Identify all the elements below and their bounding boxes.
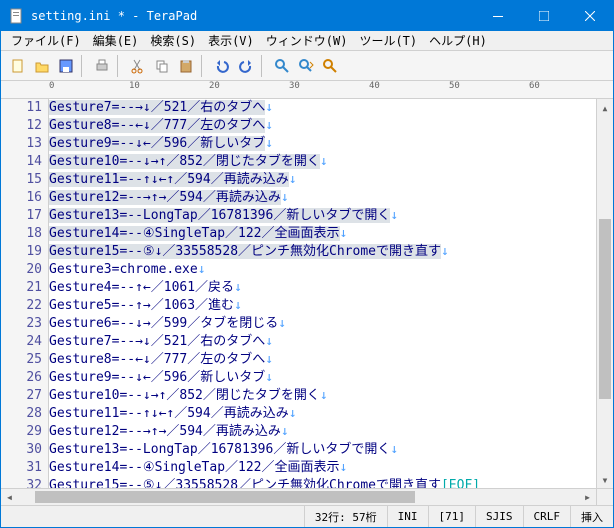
- toolbar-separator: [117, 55, 123, 77]
- new-button[interactable]: [7, 55, 29, 77]
- toolbar-separator: [81, 55, 87, 77]
- toolbar-separator: [261, 55, 267, 77]
- redo-button[interactable]: [235, 55, 257, 77]
- maximize-button[interactable]: [521, 1, 567, 31]
- editor[interactable]: 1112131415161718192021222324252627282930…: [1, 99, 613, 488]
- paste-button[interactable]: [175, 55, 197, 77]
- titlebar[interactable]: setting.ini * - TeraPad: [1, 1, 613, 31]
- menu-search[interactable]: 検索(S): [144, 30, 202, 51]
- status-filetype: INI: [387, 506, 428, 527]
- app-window: setting.ini * - TeraPad ファイル(F) 編集(E) 検索…: [0, 0, 614, 528]
- vertical-scrollbar[interactable]: ▴ ▾: [596, 99, 613, 488]
- copy-button[interactable]: [151, 55, 173, 77]
- scroll-up-arrow[interactable]: ▴: [597, 99, 613, 116]
- find-button[interactable]: [271, 55, 293, 77]
- undo-button[interactable]: [211, 55, 233, 77]
- scroll-down-arrow[interactable]: ▾: [597, 471, 613, 488]
- text-content[interactable]: Gesture7=--→↓／521／右のタブへ↓Gesture8=--←↓／77…: [49, 99, 596, 488]
- horizontal-scroll-thumb[interactable]: [35, 491, 415, 503]
- line-number-gutter: 1112131415161718192021222324252627282930…: [1, 99, 49, 488]
- minimize-button[interactable]: [475, 1, 521, 31]
- open-button[interactable]: [31, 55, 53, 77]
- menu-edit[interactable]: 編集(E): [87, 30, 145, 51]
- menu-help[interactable]: ヘルプ(H): [423, 30, 493, 51]
- print-button[interactable]: [91, 55, 113, 77]
- statusbar: 32行: 57桁 INI [71] SJIS CRLF 挿入: [1, 505, 613, 527]
- menubar: ファイル(F) 編集(E) 検索(S) 表示(V) ウィンドウ(W) ツール(T…: [1, 31, 613, 51]
- menu-file[interactable]: ファイル(F): [5, 30, 87, 51]
- menu-tools[interactable]: ツール(T): [353, 30, 423, 51]
- status-insertmode: 挿入: [570, 506, 613, 527]
- scroll-right-arrow[interactable]: ▸: [579, 489, 596, 505]
- status-spacer: [1, 506, 304, 527]
- app-icon: [9, 8, 25, 24]
- save-button[interactable]: [55, 55, 77, 77]
- toolbar-separator: [201, 55, 207, 77]
- find-next-button[interactable]: [295, 55, 317, 77]
- scroll-left-arrow[interactable]: ◂: [1, 489, 18, 505]
- status-position: 32行: 57桁: [304, 506, 387, 527]
- close-button[interactable]: [567, 1, 613, 31]
- vertical-scroll-thumb[interactable]: [599, 219, 611, 399]
- menu-window[interactable]: ウィンドウ(W): [260, 30, 354, 51]
- replace-button[interactable]: [319, 55, 341, 77]
- cut-button[interactable]: [127, 55, 149, 77]
- menu-view[interactable]: 表示(V): [202, 30, 260, 51]
- status-encoding: SJIS: [475, 506, 523, 527]
- status-charcode: [71]: [428, 506, 476, 527]
- ruler: 0102030405060: [1, 81, 613, 99]
- toolbar: [1, 51, 613, 81]
- status-lineending: CRLF: [523, 506, 571, 527]
- horizontal-scrollbar[interactable]: ◂ ▸: [1, 488, 613, 505]
- window-title: setting.ini * - TeraPad: [31, 9, 475, 23]
